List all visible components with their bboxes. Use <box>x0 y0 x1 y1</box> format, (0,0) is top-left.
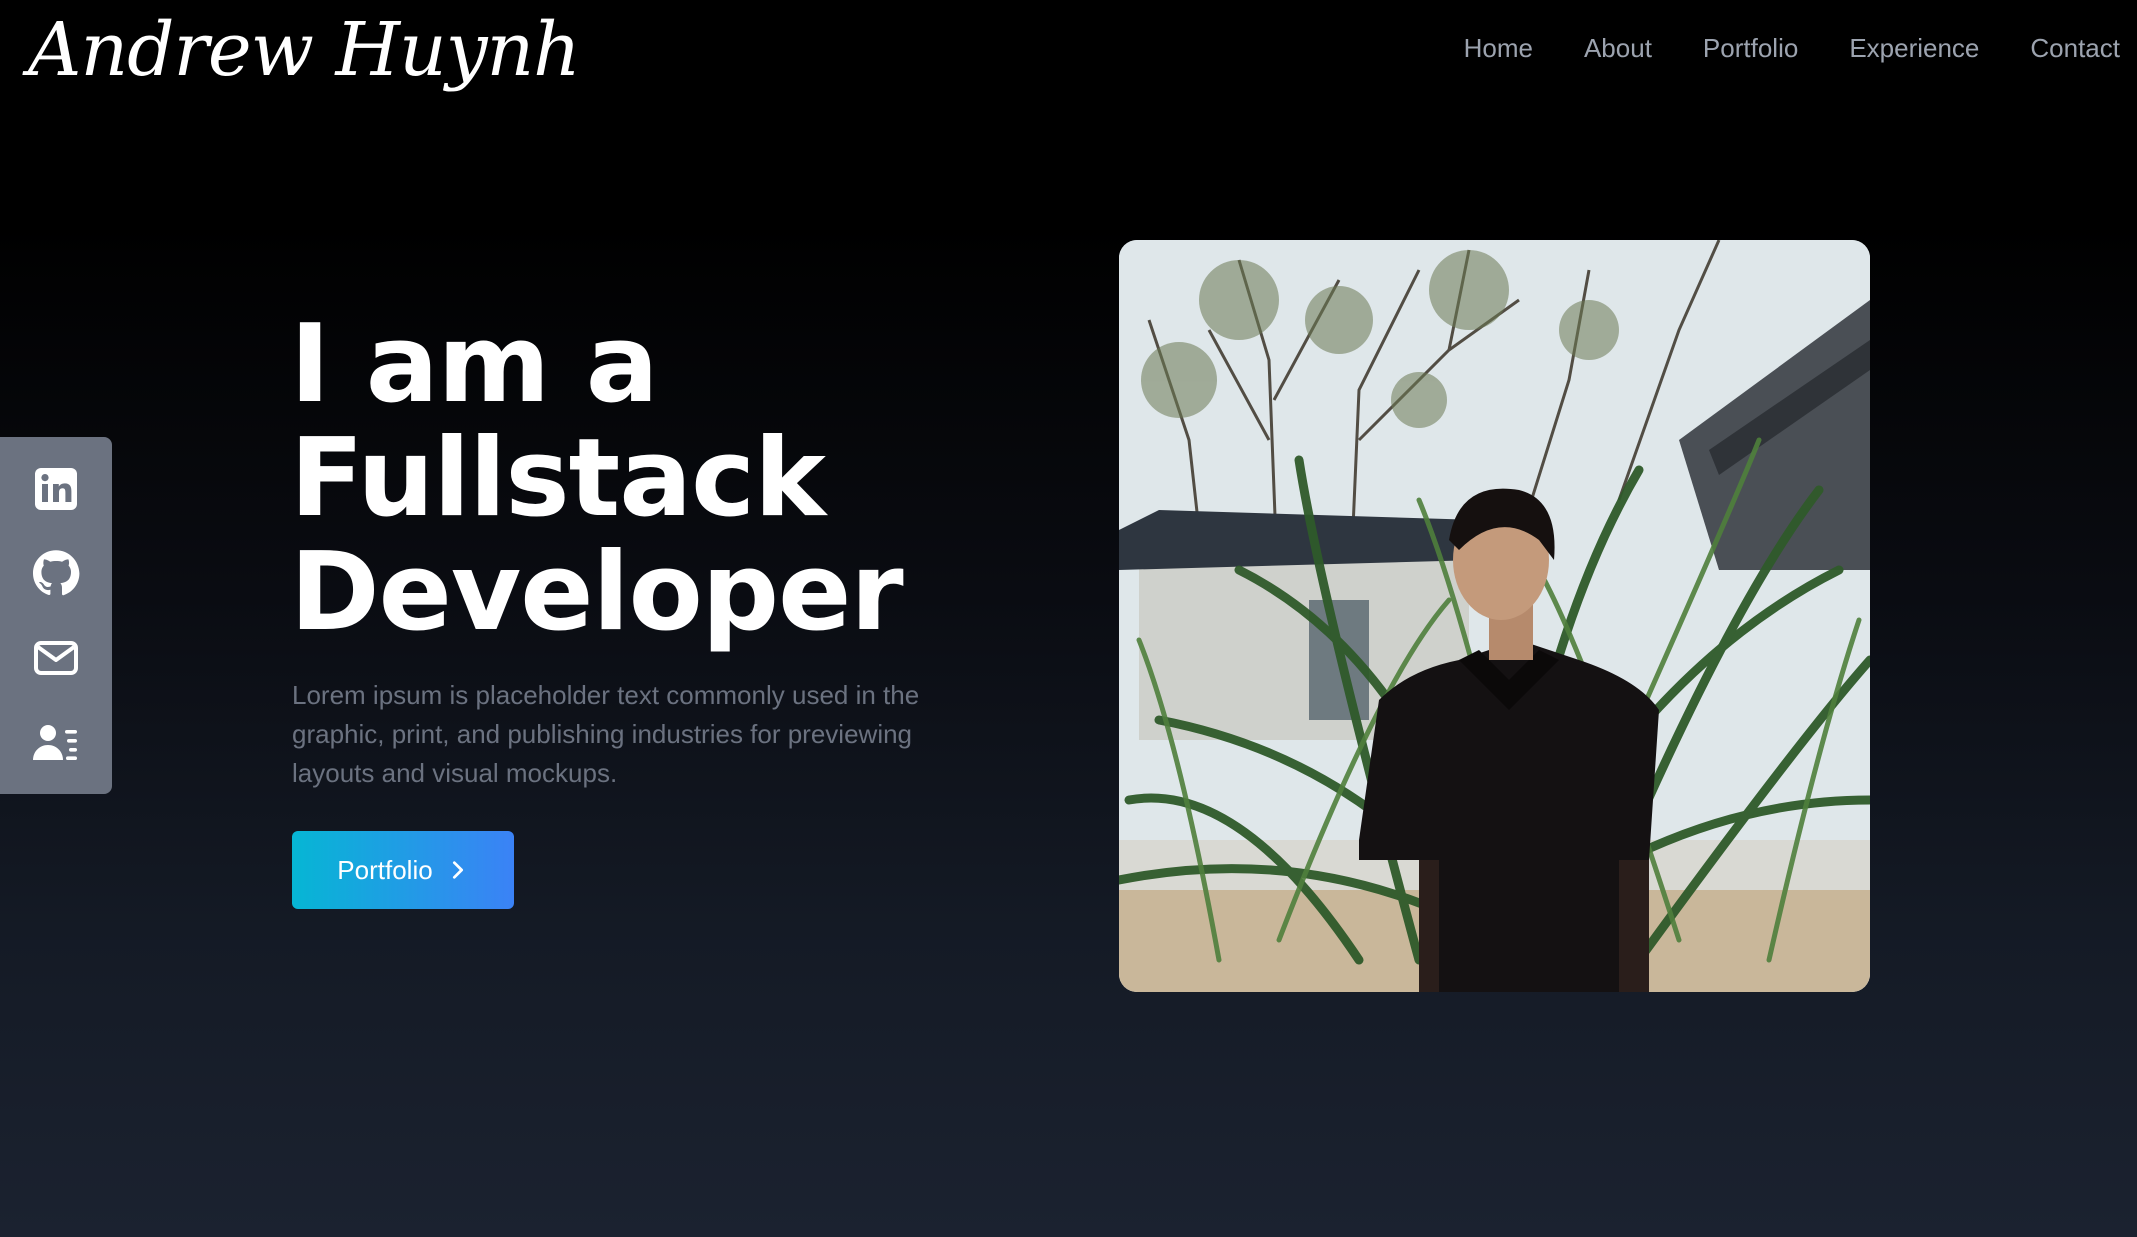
headline-line-3: Developer <box>290 530 904 655</box>
social-links-panel <box>0 437 112 794</box>
profile-photo <box>1119 240 1870 992</box>
email-link[interactable] <box>24 626 88 690</box>
portfolio-button[interactable]: Portfolio <box>292 831 514 909</box>
hero-headline: I am a Fullstack Developer <box>290 302 904 655</box>
linkedin-icon <box>35 468 77 511</box>
headline-line-1: I am a <box>290 302 659 427</box>
github-icon <box>33 550 80 596</box>
chevron-right-icon <box>452 861 463 879</box>
resume-icon <box>33 724 77 760</box>
nav-about[interactable]: About <box>1584 28 1652 68</box>
main-nav: Home About Portfolio Experience Contact <box>1464 28 2120 68</box>
nav-experience[interactable]: Experience <box>1849 28 1979 68</box>
nav-portfolio[interactable]: Portfolio <box>1703 28 1798 68</box>
portfolio-button-label: Portfolio <box>337 854 433 885</box>
resume-link[interactable] <box>24 710 88 774</box>
nav-home[interactable]: Home <box>1464 28 1533 68</box>
headline-line-2: Fullstack <box>290 416 826 541</box>
profile-photo-illustration <box>1119 240 1870 992</box>
site-logo[interactable]: Andrew Huynh <box>28 2 581 98</box>
nav-contact[interactable]: Contact <box>2030 28 2120 68</box>
hero-description: Lorem ipsum is placeholder text commonly… <box>292 680 920 788</box>
mail-icon <box>34 640 78 675</box>
github-link[interactable] <box>24 541 88 605</box>
linkedin-link[interactable] <box>24 457 88 521</box>
